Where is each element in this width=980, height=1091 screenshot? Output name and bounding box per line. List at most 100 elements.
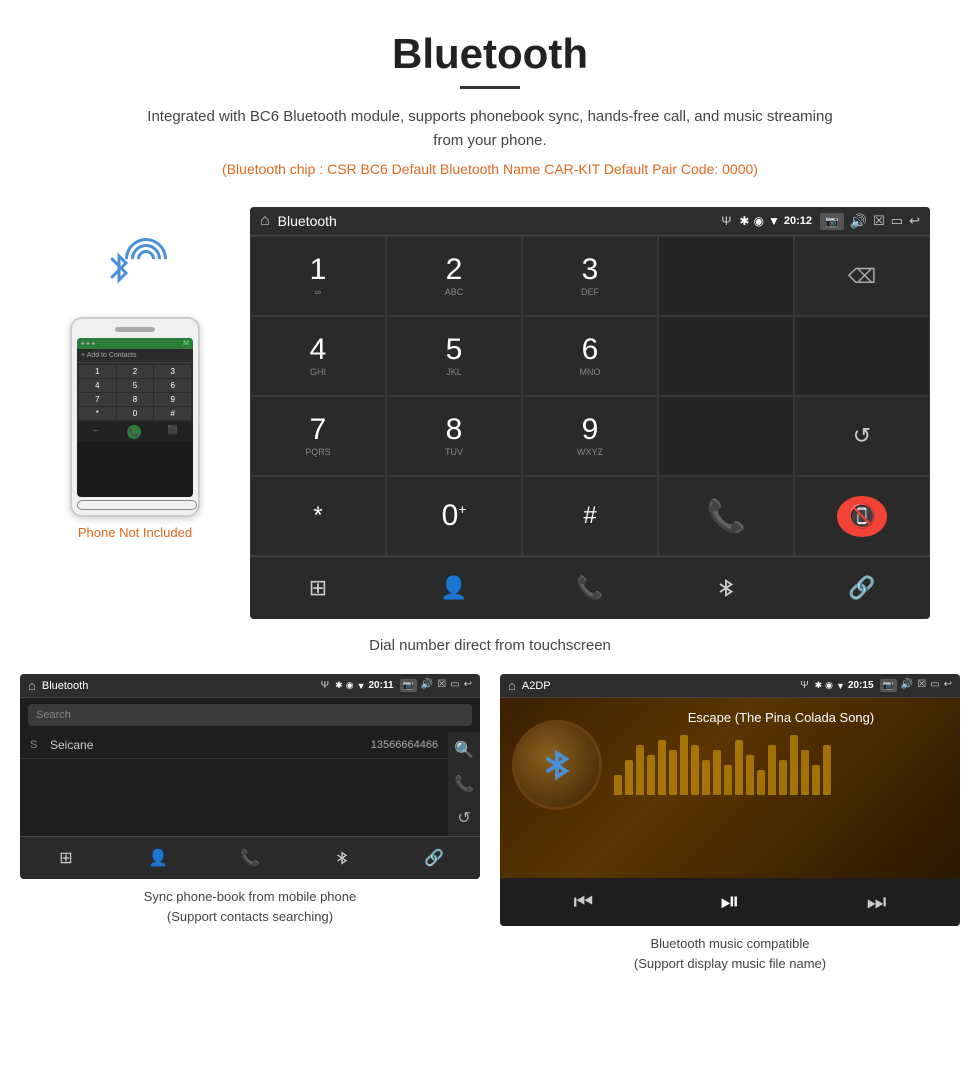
dial-key-9[interactable]: 9 WXYZ xyxy=(522,396,658,476)
nav-contacts-btn[interactable]: 👤 xyxy=(386,567,522,609)
pb-camera-icon[interactable]: 📷 xyxy=(400,679,417,692)
dial-key-3[interactable]: 3 DEF xyxy=(522,236,658,316)
pb-search-icon[interactable]: 🔍 xyxy=(454,740,474,760)
pb-call-icon[interactable]: 📞 xyxy=(454,774,474,794)
music-camera-icon[interactable]: 📷 xyxy=(880,679,897,692)
nav-link-btn[interactable]: 🔗 xyxy=(794,567,930,609)
pb-caption-line1: Sync phone-book from mobile phone xyxy=(144,889,356,904)
eq-bar xyxy=(746,755,754,795)
music-next-btn[interactable]: ⏭ xyxy=(867,889,887,915)
eq-bar xyxy=(779,760,787,795)
dial-empty-1 xyxy=(658,236,794,316)
car-bottom-nav: ⊞ 👤 📞 🔗 xyxy=(250,556,930,619)
dial-key-2[interactable]: 2 ABC xyxy=(386,236,522,316)
nav-grid-btn[interactable]: ⊞ xyxy=(250,567,386,609)
dial-star: * xyxy=(313,502,322,530)
pb-home-icon[interactable]: ⌂ xyxy=(28,678,36,693)
dial-caption: Dial number direct from touchscreen xyxy=(0,629,980,674)
phone-key-1: 1 xyxy=(79,365,116,378)
dial-call-green-btn[interactable]: 📞 xyxy=(658,476,794,556)
pb-wifi-icon: ▼ xyxy=(357,681,366,691)
dial-key-hash[interactable]: # xyxy=(522,476,658,556)
bottom-screens: ⌂ Bluetooth Ψ ✱ ◉ ▼ 20:11 📷 🔊 ☒ ▭ ↩ xyxy=(0,674,980,993)
usb-icon: Ψ xyxy=(721,214,731,228)
eq-bar xyxy=(658,740,666,795)
camera-icon-box[interactable]: 📷 xyxy=(820,213,844,230)
dial-key-0[interactable]: 0+ xyxy=(386,476,522,556)
pb-back-icon[interactable]: ↩ xyxy=(464,679,472,692)
pb-win-icon[interactable]: ▭ xyxy=(450,679,459,692)
phonebook-screen: ⌂ Bluetooth Ψ ✱ ◉ ▼ 20:11 📷 🔊 ☒ ▭ ↩ xyxy=(20,674,480,879)
pb-nav-link[interactable]: 🔗 xyxy=(388,843,480,873)
main-section: ● ● ● M + Add to Contacts 1 2 3 4 5 6 7 … xyxy=(0,207,980,619)
dial-refresh[interactable]: ↺ xyxy=(794,396,930,476)
dial-key-4[interactable]: 4 GHI xyxy=(250,316,386,396)
wifi-icon: ▼ xyxy=(768,214,780,228)
phone-key-6: 6 xyxy=(154,379,191,392)
call-red-icon: 📵 xyxy=(837,496,887,537)
pb-nav-phone[interactable]: 📞 xyxy=(204,843,296,873)
pb-contact-row[interactable]: S Seicane 13566664466 xyxy=(20,732,448,759)
pb-x-icon[interactable]: ☒ xyxy=(437,679,446,692)
music-prev-btn[interactable]: ⏮ xyxy=(574,889,594,915)
pb-status: ✱ ◉ ▼ 20:11 xyxy=(335,680,393,691)
eq-bar xyxy=(757,770,765,795)
dial-key-8[interactable]: 8 TUV xyxy=(386,396,522,476)
back-icon[interactable]: ↩ xyxy=(909,213,920,229)
pb-nav-bt[interactable] xyxy=(296,843,388,873)
dial-letters-4: GHI xyxy=(310,367,326,377)
music-song-title: Escape (The Pina Colada Song) xyxy=(614,710,948,725)
x-icon[interactable]: ☒ xyxy=(873,213,885,229)
pb-vol-icon[interactable]: 🔊 xyxy=(421,679,433,692)
music-vol-icon[interactable]: 🔊 xyxy=(901,679,913,692)
eq-bar xyxy=(614,775,622,795)
phone-add-contact: + Add to Contacts xyxy=(77,349,193,363)
dial-key-5[interactable]: 5 JKL xyxy=(386,316,522,396)
music-win-icon[interactable]: ▭ xyxy=(930,679,939,692)
dial-key-1[interactable]: 1 ∞ xyxy=(250,236,386,316)
volume-icon[interactable]: 🔊 xyxy=(850,213,867,230)
dial-call-red-btn[interactable]: 📵 xyxy=(794,476,930,556)
pb-nav-grid[interactable]: ⊞ xyxy=(20,843,112,873)
car-topbar: ⌂ Bluetooth Ψ ✱ ◉ ▼ 20:12 📷 🔊 ☒ ▭ ↩ xyxy=(250,207,930,236)
dial-backspace[interactable]: ⌫ xyxy=(794,236,930,316)
dial-letters-5: JKL xyxy=(446,367,462,377)
dial-number-3: 3 xyxy=(582,255,599,285)
window-icon[interactable]: ▭ xyxy=(891,213,903,229)
eq-bar xyxy=(625,760,633,795)
pb-nav-contacts[interactable]: 👤 xyxy=(112,843,204,873)
music-back-icon[interactable]: ↩ xyxy=(944,679,952,692)
music-x-icon[interactable]: ☒ xyxy=(917,679,926,692)
phone-status-bar: ● ● ● xyxy=(81,341,95,347)
phone-device: ● ● ● M + Add to Contacts 1 2 3 4 5 6 7 … xyxy=(70,317,200,517)
music-block: ⌂ A2DP Ψ ✱ ◉ ▼ 20:15 📷 🔊 ☒ ▭ ↩ xyxy=(500,674,960,973)
dial-key-star[interactable]: * xyxy=(250,476,386,556)
music-screen: ⌂ A2DP Ψ ✱ ◉ ▼ 20:15 📷 🔊 ☒ ▭ ↩ xyxy=(500,674,960,926)
pb-search-bar[interactable]: Search xyxy=(28,704,472,726)
backspace-icon: ⌫ xyxy=(848,264,876,289)
pb-contact-letter: S xyxy=(30,739,42,751)
phone-back-key: ← xyxy=(92,425,100,439)
dial-key-6[interactable]: 6 MNO xyxy=(522,316,658,396)
eq-bar xyxy=(669,750,677,795)
phone-key-2: 2 xyxy=(117,365,154,378)
phone-home-btn xyxy=(77,500,197,510)
music-topbar: ⌂ A2DP Ψ ✱ ◉ ▼ 20:15 📷 🔊 ☒ ▭ ↩ xyxy=(500,674,960,698)
pb-refresh-icon[interactable]: ↺ xyxy=(457,808,470,828)
home-icon[interactable]: ⌂ xyxy=(260,212,270,230)
music-album-art xyxy=(512,720,602,810)
dial-key-7[interactable]: 7 PQRS xyxy=(250,396,386,476)
eq-bar xyxy=(636,745,644,795)
music-playpause-btn[interactable]: ⏯ xyxy=(720,888,739,916)
dial-empty-2 xyxy=(658,316,794,396)
dial-number-0: 0+ xyxy=(442,501,467,531)
bluetooth-specs: (Bluetooth chip : CSR BC6 Default Blueto… xyxy=(20,161,960,177)
music-time: 20:15 xyxy=(848,680,874,691)
dial-letters-9: WXYZ xyxy=(577,447,603,457)
nav-phone-btn[interactable]: 📞 xyxy=(522,567,658,609)
music-home-icon[interactable]: ⌂ xyxy=(508,678,516,693)
phone-key-0: 0 xyxy=(117,407,154,420)
phone-illustration: ● ● ● M + Add to Contacts 1 2 3 4 5 6 7 … xyxy=(30,207,240,540)
nav-bluetooth-btn[interactable] xyxy=(658,567,794,609)
pb-contact-list: S Seicane 13566664466 xyxy=(20,732,448,836)
